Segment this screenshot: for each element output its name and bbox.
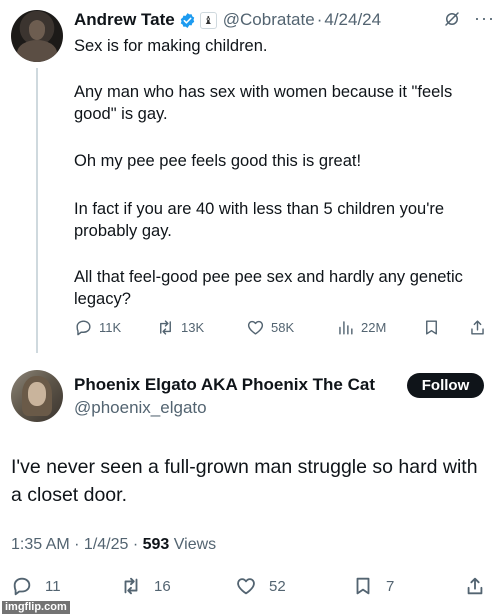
reply-button[interactable]: 11K bbox=[74, 318, 121, 337]
tweet-text-paragraph-1: Sex is for making children. bbox=[74, 37, 268, 55]
reply-tweet-text: I've never seen a full-grown man struggl… bbox=[11, 456, 478, 506]
like-count: 52 bbox=[269, 577, 286, 595]
tweet-text-paragraph-5: All that feel-good pee pee sex and hardl… bbox=[74, 268, 463, 308]
repost-button[interactable]: 13K bbox=[156, 318, 204, 337]
reply-tweet-actions: 11 16 52 7 bbox=[0, 575, 500, 601]
share-button[interactable] bbox=[468, 318, 493, 337]
bookmark-button[interactable] bbox=[422, 318, 447, 337]
author-name[interactable]: Andrew Tate bbox=[74, 10, 175, 30]
reply-tweet-meta: 1:35 AM · 1/4/25 · 593 Views bbox=[11, 536, 216, 554]
views-button[interactable]: 22M bbox=[336, 318, 386, 337]
avatar-head bbox=[29, 20, 45, 40]
avatar-face bbox=[28, 382, 46, 406]
avatar-phoenix-elgato[interactable] bbox=[11, 370, 63, 422]
reply-author-handle[interactable]: @phoenix_elgato bbox=[74, 398, 207, 418]
like-icon bbox=[247, 320, 264, 335]
thread-line bbox=[36, 68, 38, 353]
like-button[interactable]: 52 bbox=[235, 575, 286, 597]
more-icon[interactable]: ··· bbox=[474, 9, 495, 27]
like-button[interactable]: 58K bbox=[246, 318, 294, 337]
like-icon bbox=[237, 578, 255, 595]
reply-time-date[interactable]: 1:35 AM · 1/4/25 · bbox=[11, 536, 143, 553]
reply-icon bbox=[76, 320, 91, 336]
reply-author-name[interactable]: Phoenix Elgato AKA Phoenix The Cat bbox=[74, 375, 375, 395]
repost-icon bbox=[160, 320, 171, 335]
share-button[interactable] bbox=[464, 575, 498, 597]
avatar-andrew-tate[interactable] bbox=[11, 10, 63, 62]
views-count: 22M bbox=[361, 320, 387, 335]
bookmark-button[interactable]: 7 bbox=[352, 575, 394, 597]
reply-button[interactable]: 11 bbox=[11, 575, 61, 597]
bookmark-icon bbox=[426, 320, 437, 335]
share-icon bbox=[471, 320, 484, 335]
like-count: 58K bbox=[271, 320, 295, 335]
bookmark-icon bbox=[356, 577, 370, 595]
tweet-text-paragraph-2: Any man who has sex with women because i… bbox=[74, 83, 453, 123]
share-icon bbox=[467, 577, 483, 595]
repost-icon bbox=[124, 577, 138, 595]
tweet-text-paragraph-4: In fact if you are 40 with less than 5 c… bbox=[74, 200, 445, 240]
bookmark-count: 7 bbox=[386, 577, 395, 595]
affiliate-badge-icon[interactable]: ♝ bbox=[199, 11, 217, 29]
follow-button[interactable]: Follow bbox=[407, 373, 484, 398]
grok-icon[interactable] bbox=[443, 10, 461, 28]
verified-badge-icon bbox=[180, 12, 194, 28]
parent-tweet-actions: 11K 13K 58K 22M bbox=[72, 318, 492, 340]
reply-views-label: Views bbox=[169, 536, 217, 553]
reply-count: 11K bbox=[99, 320, 122, 335]
views-icon bbox=[339, 321, 353, 335]
parent-tweet-header: Andrew Tate ♝ @Cobratate · 4/24/24 bbox=[74, 9, 381, 31]
separator-dot: · bbox=[316, 10, 323, 29]
author-handle[interactable]: @Cobratate bbox=[223, 10, 315, 30]
tweet-date[interactable]: 4/24/24 bbox=[324, 10, 381, 30]
imgflip-watermark: imgflip.com bbox=[2, 601, 70, 614]
repost-count: 16 bbox=[154, 577, 171, 595]
reply-count: 11 bbox=[45, 577, 61, 595]
reply-views-count: 593 bbox=[142, 536, 170, 553]
repost-count: 13K bbox=[181, 320, 205, 335]
repost-button[interactable]: 16 bbox=[120, 575, 171, 597]
reply-icon bbox=[13, 577, 31, 596]
tweet-text-paragraph-3: Oh my pee pee feels good this is great! bbox=[74, 152, 362, 170]
avatar-figure bbox=[17, 40, 57, 62]
